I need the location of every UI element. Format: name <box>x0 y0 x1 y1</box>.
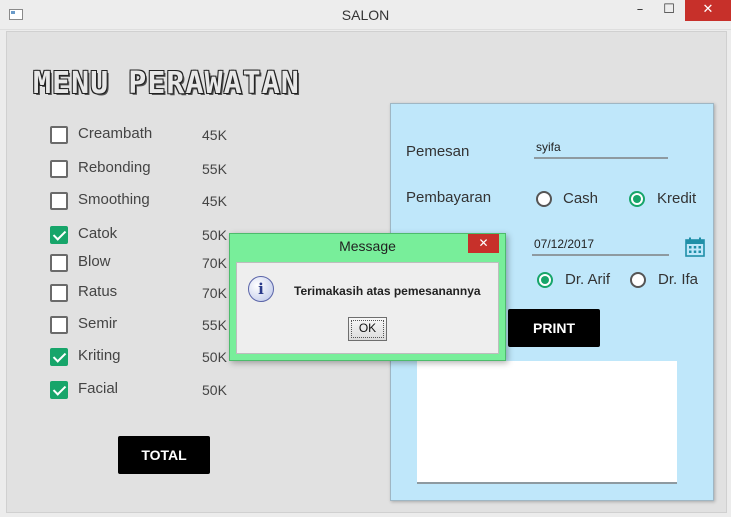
checkbox[interactable] <box>50 126 68 144</box>
doctor-arif-label: Dr. Arif <box>565 271 611 288</box>
menu-item-price: 50K <box>202 382 227 398</box>
doctor-ifa-label: Dr. Ifa <box>658 271 699 288</box>
menu-item-label: Blow <box>78 253 111 270</box>
menu-item-label: Smoothing <box>78 191 150 208</box>
doctor-arif-radio[interactable] <box>537 272 553 288</box>
minimize-button[interactable]: – <box>626 0 654 21</box>
checkbox-checked[interactable] <box>50 381 68 399</box>
menu-item-rebonding[interactable]: Rebonding 55K <box>50 159 240 181</box>
menu-item-label: Rebonding <box>78 159 151 176</box>
doctor-ifa-radio[interactable] <box>630 272 646 288</box>
dialog-close-button[interactable]: ✕ <box>468 234 499 253</box>
dialog-message: Terimakasih atas pemesanannya <box>294 284 481 298</box>
pemesan-field[interactable]: syifa <box>534 137 668 159</box>
pemesan-label: Pemesan <box>406 143 470 160</box>
payment-cash-radio[interactable] <box>536 191 552 207</box>
info-icon: i <box>248 276 274 302</box>
menu-item-price: 45K <box>202 127 227 143</box>
menu-item-price: 55K <box>202 161 227 177</box>
menu-item-price: 55K <box>202 317 227 333</box>
menu-item-price: 50K <box>202 227 227 243</box>
dialog-body: i Terimakasih atas pemesanannya OK <box>236 262 499 354</box>
date-value: 07/12/2017 <box>534 237 595 251</box>
close-button[interactable]: ✕ <box>685 0 731 21</box>
checkbox[interactable] <box>50 284 68 302</box>
menu-item-price: 70K <box>202 255 227 271</box>
menu-item-ratus[interactable]: Ratus 70K <box>50 283 240 305</box>
ok-button[interactable]: OK <box>348 317 387 341</box>
menu-item-label: Catok <box>78 225 118 242</box>
menu-item-facial[interactable]: Facial 50K <box>50 380 240 402</box>
checkbox[interactable] <box>50 316 68 334</box>
menu-item-catok[interactable]: Catok 50K <box>50 225 240 247</box>
checkbox[interactable] <box>50 192 68 210</box>
total-button[interactable]: TOTAL <box>118 436 210 474</box>
payment-kredit-label: Kredit <box>657 190 697 207</box>
payment-cash-label: Cash <box>563 190 599 207</box>
menu-item-label: Facial <box>78 380 119 397</box>
checkbox[interactable] <box>50 160 68 178</box>
date-field[interactable]: 07/12/2017 <box>532 234 669 256</box>
menu-item-label: Semir <box>78 315 118 332</box>
window-titlebar: SALON – ☐ ✕ <box>0 0 731 30</box>
menu-item-blow[interactable]: Blow 70K <box>50 253 240 275</box>
pemesan-value: syifa <box>536 140 561 154</box>
print-button[interactable]: PRINT <box>508 309 600 347</box>
pembayaran-label: Pembayaran <box>406 189 492 206</box>
window-title: SALON <box>341 7 390 23</box>
calendar-icon[interactable] <box>685 237 705 257</box>
menu-title: MENU PERAWATAN <box>33 66 300 101</box>
menu-item-price: 70K <box>202 285 227 301</box>
menu-item-price: 50K <box>202 349 227 365</box>
dialog-title: Message <box>339 238 396 254</box>
menu-item-smoothing[interactable]: Smoothing 45K <box>50 191 240 213</box>
menu-item-label: Kriting <box>78 347 121 364</box>
receipt-textarea[interactable] <box>417 361 677 484</box>
menu-item-price: 45K <box>202 193 227 209</box>
menu-item-kriting[interactable]: Kriting 50K <box>50 347 240 369</box>
checkbox-checked[interactable] <box>50 226 68 244</box>
checkbox[interactable] <box>50 254 68 272</box>
menu-item-creambath[interactable]: Creambath 45K <box>50 125 240 147</box>
menu-item-label: Ratus <box>78 283 118 300</box>
payment-kredit-radio[interactable] <box>629 191 645 207</box>
menu-item-label: Creambath <box>78 125 153 142</box>
maximize-button[interactable]: ☐ <box>655 0 683 21</box>
message-dialog: Message ✕ i Terimakasih atas pemesananny… <box>229 233 506 361</box>
menu-item-semir[interactable]: Semir 55K <box>50 315 240 337</box>
checkbox-checked[interactable] <box>50 348 68 366</box>
